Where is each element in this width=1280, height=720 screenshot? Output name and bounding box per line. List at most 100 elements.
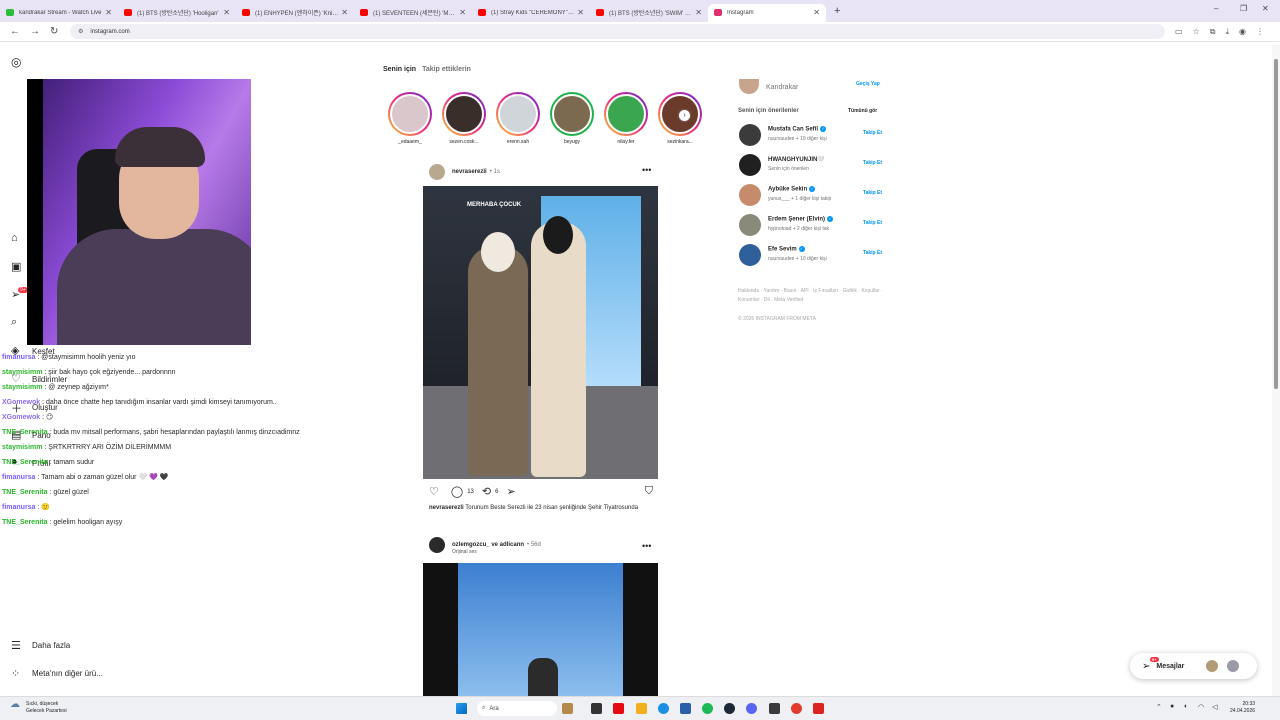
taskbar-app-icon[interactable] [562,703,573,714]
url-field[interactable]: ⚙ instagram.com [70,24,1165,39]
repost-icon[interactable]: ⟲ [482,485,491,498]
suggestion-name[interactable]: HWANGHYUNJIN🤍 [768,156,825,163]
suggestion-avatar[interactable] [739,184,761,206]
new-tab-button[interactable]: + [834,5,840,17]
tab-close-icon[interactable]: ✕ [223,8,230,17]
menu-kebab-icon[interactable]: ⋮ [1256,27,1264,36]
caption-author[interactable]: nevraserezli [429,505,464,511]
store-icon[interactable] [680,703,691,714]
chat-username[interactable]: TNE_Serenita [2,489,48,496]
taskbar-app-icon[interactable] [591,703,602,714]
reels-icon[interactable]: ▣ [11,260,21,273]
messages-button[interactable]: ➢ 9+ Mesajlar [1130,653,1257,679]
chat-username[interactable]: TNE_Serenita [2,429,48,436]
bookmark-star-icon[interactable]: ☆ [1193,27,1200,36]
suggestion-avatar[interactable] [739,244,761,266]
suggestion-avatar[interactable] [739,124,761,146]
suggestion-name[interactable]: Efe Sevim ✓ [768,246,805,253]
post-options-icon[interactable]: ••• [642,165,651,175]
steam-icon[interactable] [724,703,735,714]
follow-button[interactable]: Takip Et [863,190,882,196]
chat-username[interactable]: XGomewok [2,399,40,406]
suggestion-name[interactable]: Mustafa Can Sefil ✓ [768,126,827,133]
chrome-icon[interactable] [791,703,802,714]
follow-button[interactable]: Takip Et [863,220,882,226]
edge-icon[interactable] [658,703,669,714]
browser-tab[interactable]: (1) BTS (방탄소년단) 'SWIM' Official✕ [590,4,708,22]
story-item[interactable]: beyugy [550,92,594,145]
suggestion-avatar[interactable] [739,214,761,236]
footer-links[interactable]: Hakkında · Yardım · Basın · API · İş Fır… [738,287,888,305]
tray-app-icon[interactable]: ◐ [1184,703,1188,710]
netflix-icon[interactable] [613,703,624,714]
switch-account-link[interactable]: Geçiş Yap [856,81,880,87]
post-author-avatar[interactable] [429,164,445,180]
save-bookmark-icon[interactable]: ⛉ [645,485,653,498]
post-author[interactable]: ozlemgozcu_ ve adlicann [452,542,524,548]
file-explorer-icon[interactable] [636,703,647,714]
wifi-icon[interactable]: ◠ [1198,703,1204,711]
weather-widget[interactable]: ☁ Sıcki, düşecek Gelecek Pazartesi [10,700,67,715]
chat-username[interactable]: fimanursa [2,504,35,511]
taskbar-app-icon[interactable] [813,703,824,714]
more-menu-button[interactable]: ☰ Daha fazla [11,639,70,652]
window-restore-icon[interactable]: ❐ [1240,4,1247,13]
cast-icon[interactable]: ▭ [1175,27,1183,36]
tray-chevron-icon[interactable]: ⌃ [1156,703,1162,711]
chat-username[interactable]: XGomewok [2,414,40,421]
stories-next-icon[interactable]: › [679,110,690,121]
chat-username[interactable]: staymisimm [2,384,42,391]
post-audio[interactable]: Orijinal ses [452,549,477,555]
taskbar-app-icon[interactable] [769,703,780,714]
tab-close-icon[interactable]: ✕ [577,8,584,17]
post-options-icon[interactable]: ••• [642,541,651,551]
chat-username[interactable]: staymisimm [2,444,42,451]
meta-products-button[interactable]: ⁘ Meta'nın diğer ürü... [11,667,103,680]
tray-app-icon[interactable]: ● [1170,703,1174,710]
follow-button[interactable]: Takip Et [863,160,882,166]
my-avatar[interactable] [739,79,759,94]
instagram-logo-icon[interactable]: ◎ [11,55,21,69]
tab-close-icon[interactable]: ✕ [341,8,348,17]
story-item[interactable]: erenn.sah [496,92,540,145]
search-icon[interactable]: ⌕ [11,316,17,329]
chat-username[interactable]: TNE_Serenita [2,459,48,466]
post-author-avatar[interactable] [429,537,445,553]
extensions-icon[interactable]: ⧉ [1210,27,1216,37]
browser-tab[interactable]: (1) BTS (방탄소년단) 'Hooligan' ✕ [118,4,236,22]
taskbar-clock[interactable]: 20:33 24.04.2026 [1230,701,1255,715]
forward-icon[interactable]: → [30,26,40,37]
window-minimize-icon[interactable]: – [1214,4,1218,13]
suggestion-name[interactable]: Aybüke Sekin ✓ [768,186,816,193]
page-scrollbar[interactable] [1272,45,1280,696]
tab-for-you[interactable]: Senin için [383,66,416,73]
post-author[interactable]: nevraserezli [452,169,487,175]
back-icon[interactable]: ← [10,26,20,37]
share-send-icon[interactable]: ➢ [506,485,515,498]
post-image[interactable] [423,563,658,700]
volume-icon[interactable]: ◁ [1212,703,1217,711]
discord-icon[interactable] [746,703,757,714]
profile-icon[interactable]: ◉ [1239,27,1246,36]
post-image[interactable]: MERHABA ÇOCUK [423,186,658,479]
see-all-link[interactable]: Tümünü gör [848,108,877,114]
chat-username[interactable]: fimanursa [2,354,35,361]
site-info-icon[interactable]: ⚙ [78,28,83,35]
browser-tab[interactable]: Instagram ✕ [708,3,826,22]
suggestion-name[interactable]: Erdem Şener (Elvin) ✓ [768,216,834,223]
chat-username[interactable]: fimanursa [2,474,35,481]
tab-close-icon[interactable]: ✕ [105,8,112,17]
chat-username[interactable]: TNE_Serenita [2,519,48,526]
browser-tab[interactable]: (1) Stray Kids "CEREMONY" M/V ✕ [472,4,590,22]
follow-button[interactable]: Takip Et [863,250,882,256]
spotify-icon[interactable] [702,703,713,714]
start-windows-icon[interactable] [456,703,467,714]
story-item[interactable]: sezen.cosk... [442,92,486,145]
story-item[interactable]: _edaaem_ [388,92,432,145]
reload-icon[interactable]: ↻ [50,26,60,37]
browser-tab[interactable]: (1) ENHYPEN (엔하이픈) 'Knife' ✕ [236,4,354,22]
tab-following[interactable]: Takip ettiklerin [422,66,471,73]
suggestion-avatar[interactable] [739,154,761,176]
browser-tab[interactable]: (1) SEVENTEEN (세븐틴) 'MAESTRO'✕ [354,4,472,22]
scrollbar-thumb[interactable] [1274,59,1278,389]
